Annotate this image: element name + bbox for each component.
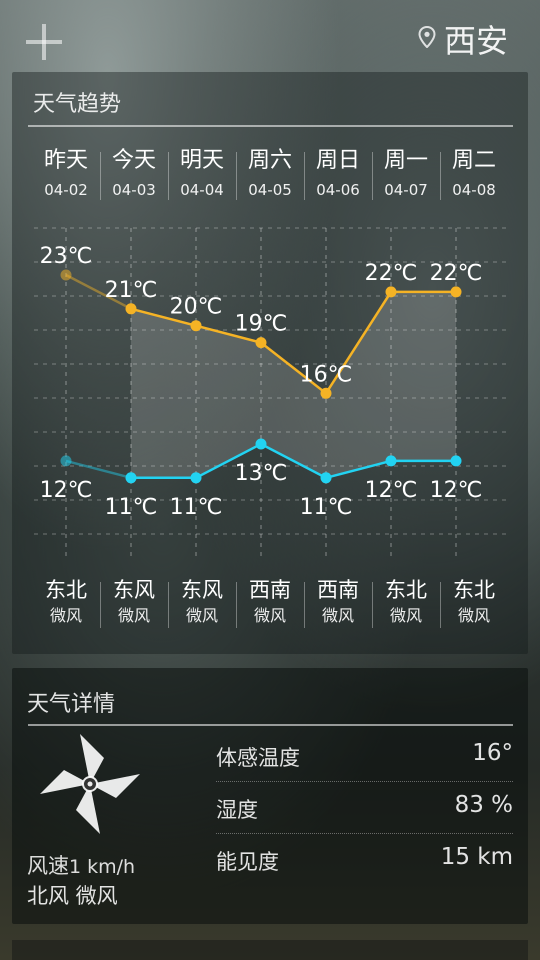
trend-divider	[28, 125, 513, 127]
detail-value: 15 km	[440, 844, 513, 870]
day-date: 04-07	[384, 181, 428, 199]
detail-label: 湿度	[216, 798, 258, 822]
city-name[interactable]: 西安	[444, 16, 508, 62]
day-wind: 西南 微风	[304, 577, 372, 627]
forecast-day: 周六 04-05	[236, 148, 304, 200]
details-divider	[28, 724, 513, 726]
day-wind: 东北 微风	[32, 577, 100, 627]
forecast-day: 今天 04-03	[100, 148, 168, 200]
top-bar: 西安	[0, 0, 540, 72]
wind-level: 微风	[321, 606, 354, 625]
day-name: 周一	[383, 148, 428, 173]
wind-level: 微风	[185, 606, 218, 625]
day-name: 周二	[451, 148, 496, 173]
wind-direction: 西南	[249, 578, 291, 602]
day-wind: 东北 微风	[372, 577, 440, 627]
day-wind: 东风 微风	[168, 577, 236, 627]
day-wind: 东风 微风	[100, 577, 168, 627]
forecast-day: 昨天 04-02	[32, 148, 100, 200]
wind-direction: 东北	[45, 578, 87, 602]
forecast-day: 周日 04-06	[304, 148, 372, 200]
wind-level: 微风	[117, 606, 150, 625]
add-city-button[interactable]	[26, 24, 62, 60]
forecast-day: 明天 04-04	[168, 148, 236, 200]
detail-label: 体感温度	[216, 746, 300, 770]
wind-level: 微风	[389, 606, 422, 625]
wind-direction: 东北	[453, 578, 495, 602]
detail-row-feels-like: 体感温度 16°	[216, 730, 513, 782]
day-date: 04-04	[180, 181, 224, 199]
forecast-day: 周二 04-08	[440, 148, 508, 200]
forecast-day: 周一 04-07	[372, 148, 440, 200]
day-date: 04-06	[316, 181, 360, 199]
wind-speed: 风速1 km/h	[27, 850, 135, 880]
detail-value: 83 %	[454, 792, 513, 818]
detail-row-visibility: 能见度 15 km	[216, 834, 513, 886]
day-name: 昨天	[43, 148, 88, 173]
day-name: 今天	[111, 148, 156, 173]
location-pin-icon	[418, 26, 436, 48]
day-name: 周六	[247, 148, 292, 173]
day-date: 04-03	[112, 181, 156, 199]
day-wind: 西南 微风	[236, 577, 304, 627]
wind-direction: 东风	[181, 578, 223, 602]
wind-level: 微风	[457, 606, 490, 625]
wind-speed-label: 风速	[27, 854, 69, 878]
detail-value: 16°	[472, 740, 513, 766]
day-date: 04-02	[44, 181, 88, 199]
wind-pinwheel-icon	[40, 734, 140, 834]
wind-direction: 东北	[385, 578, 427, 602]
wind-direction: 西南	[317, 578, 359, 602]
wind-speed-value: 1 km/h	[69, 856, 136, 878]
detail-row-humidity: 湿度 83 %	[216, 782, 513, 834]
day-date: 04-05	[248, 181, 292, 199]
details-title: 天气详情	[27, 692, 116, 717]
wind-level: 微风	[253, 606, 286, 625]
day-date: 04-08	[452, 181, 496, 199]
day-wind: 东北 微风	[440, 577, 508, 627]
day-name: 明天	[179, 148, 224, 173]
detail-label: 能见度	[216, 850, 279, 874]
next-card-peek	[12, 940, 528, 960]
day-name: 周日	[315, 148, 360, 173]
wind-summary: 北风 微风	[27, 884, 118, 908]
wind-direction: 东风	[113, 578, 155, 602]
wind-level: 微风	[49, 606, 82, 625]
trend-title: 天气趋势	[33, 92, 122, 117]
